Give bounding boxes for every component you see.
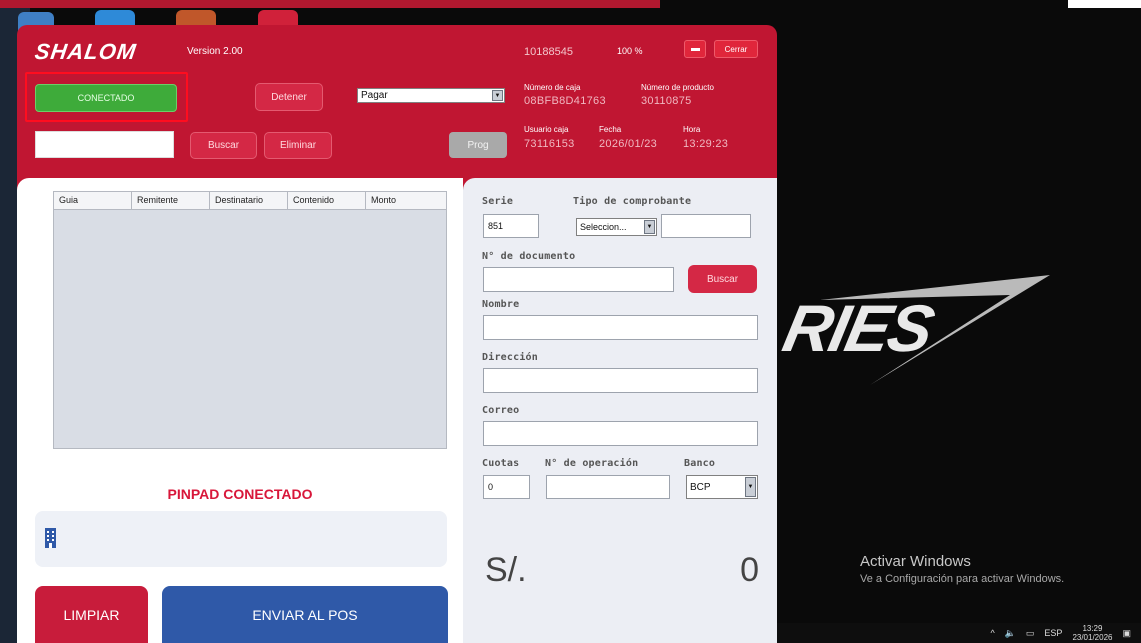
name-label: Nombre (482, 299, 520, 310)
tray-chevron-up-icon[interactable]: ^ (990, 628, 994, 638)
operation-number-label: N° de operación (545, 458, 639, 469)
serie-input[interactable]: 851 (483, 214, 539, 238)
document-number-label: N° de documento (482, 251, 576, 262)
voucher-type-label: Tipo de comprobante (573, 196, 692, 207)
stop-button[interactable]: Detener (255, 83, 323, 111)
cash-register-value: 08BFB8D41763 (524, 95, 606, 107)
column-header[interactable]: Monto (366, 192, 446, 209)
chevron-down-icon: ▼ (745, 477, 756, 497)
activate-windows-notice: Activar Windows Ve a Configuración para … (860, 553, 1064, 585)
shalom-app-window: SHALOM Version 2.00 10188545 100 % Cerra… (17, 25, 777, 643)
shipments-table[interactable]: Guia Remitente Destinatario Contenido Mo… (53, 191, 447, 449)
desktop-top-bar (0, 0, 660, 8)
app-version: Version 2.00 (187, 46, 243, 57)
voucher-extra-input[interactable] (661, 214, 751, 238)
column-header[interactable]: Destinatario (210, 192, 288, 209)
bank-value: BCP (690, 481, 711, 493)
desktop-top-right-window (1068, 0, 1141, 8)
product-number-label: Número de producto (641, 83, 714, 92)
name-input[interactable] (483, 315, 758, 340)
pinpad-status: PINPAD CONECTADO (167, 486, 313, 502)
product-number-value: 30110875 (641, 95, 692, 107)
cashier-label: Usuario caja (524, 125, 569, 134)
activate-subtitle: Ve a Configuración para activar Windows. (860, 573, 1065, 585)
taskbar-clock[interactable]: 13:29 23/01/2026 (1072, 624, 1112, 642)
send-to-pos-button[interactable]: ENVIAR AL POS (162, 586, 448, 643)
search-button[interactable]: Buscar (190, 132, 257, 159)
date-value: 2026/01/23 (599, 138, 658, 150)
activate-title: Activar Windows (860, 553, 971, 570)
currency-symbol: S/. (485, 551, 527, 589)
installments-input[interactable]: 0 (483, 475, 530, 499)
shalom-logo: SHALOM (33, 39, 139, 64)
clock-time: 13:29 (1082, 624, 1103, 633)
time-value: 13:29:23 (683, 138, 729, 150)
connection-status-button[interactable]: CONECTADO (35, 84, 177, 112)
zoom-level: 100 % (617, 46, 643, 56)
clock-date: 23/01/2026 (1072, 633, 1113, 642)
email-label: Correo (482, 405, 520, 416)
close-button[interactable]: Cerrar (714, 40, 758, 58)
chevron-down-icon: ▼ (644, 220, 655, 234)
document-number-input[interactable] (483, 267, 674, 292)
cash-register-label: Número de caja (524, 83, 581, 92)
cashier-value: 73116153 (524, 138, 575, 150)
installments-label: Cuotas (482, 458, 520, 469)
clear-button[interactable]: LIMPIAR (35, 586, 148, 643)
minimize-icon (690, 47, 700, 51)
pinpad-message-box (35, 511, 447, 567)
column-header[interactable]: Contenido (288, 192, 366, 209)
time-label: Hora (683, 125, 701, 134)
minimize-button[interactable] (684, 40, 706, 58)
operation-number-input[interactable] (546, 475, 670, 499)
wallpaper-text: RIES (777, 291, 939, 365)
voucher-type-value: Seleccion... (580, 222, 627, 232)
total-amount: 0 (740, 551, 759, 589)
notification-icon[interactable]: ▣ (1122, 628, 1131, 639)
date-label: Fecha (599, 125, 622, 134)
bank-select[interactable]: BCP ▼ (686, 475, 758, 499)
network-icon[interactable]: ▭ (1026, 628, 1035, 639)
action-select[interactable]: Pagar ▼ (357, 88, 505, 103)
address-input[interactable] (483, 368, 758, 393)
terminal-code: 10188545 (524, 46, 573, 58)
voucher-type-select[interactable]: Seleccion... ▼ (576, 218, 657, 236)
prog-button[interactable]: Prog (449, 132, 507, 158)
document-search-button[interactable]: Buscar (688, 265, 757, 293)
bank-label: Banco (684, 458, 716, 469)
action-select-value: Pagar (361, 90, 388, 101)
column-header[interactable]: Guia (54, 192, 132, 209)
table-header: Guia Remitente Destinatario Contenido Mo… (54, 192, 446, 210)
language-indicator[interactable]: ESP (1044, 628, 1062, 638)
taskbar: ^ 🔈 ▭ ESP 13:29 23/01/2026 ▣ (777, 623, 1141, 643)
chevron-down-icon: ▼ (492, 90, 503, 101)
delete-button[interactable]: Eliminar (264, 132, 332, 159)
address-label: Dirección (482, 352, 538, 363)
serie-label: Serie (482, 196, 514, 207)
building-icon (45, 528, 56, 548)
search-input[interactable] (35, 131, 174, 158)
column-header[interactable]: Remitente (132, 192, 210, 209)
email-input[interactable] (483, 421, 758, 446)
volume-icon[interactable]: 🔈 (1005, 628, 1016, 639)
